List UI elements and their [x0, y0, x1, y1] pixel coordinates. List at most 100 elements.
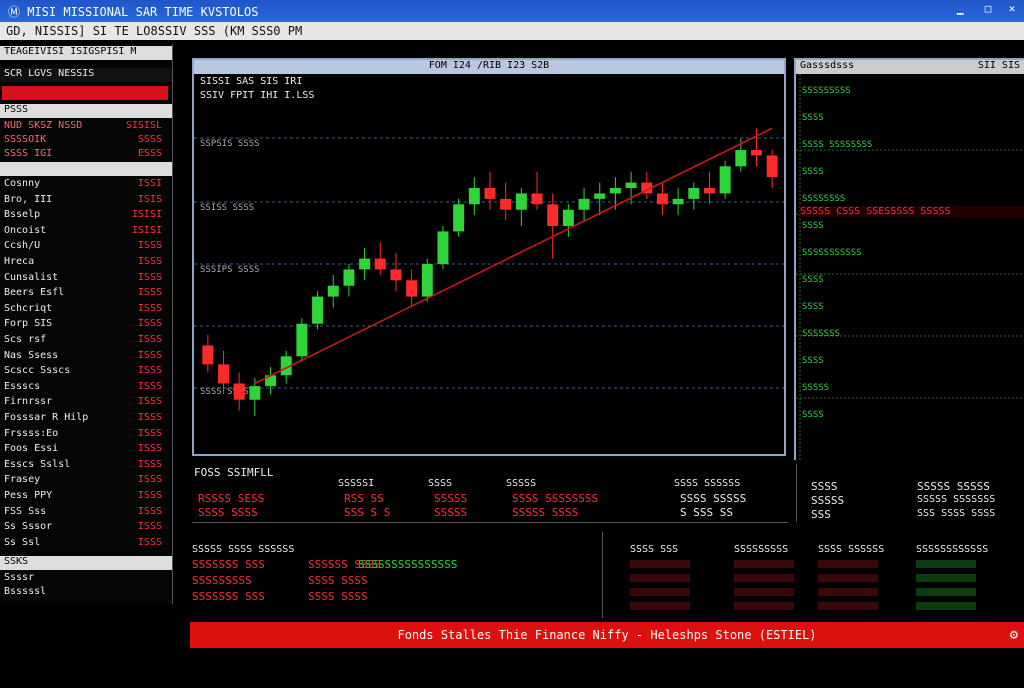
list-item[interactable]: Oncoist ISISI [2, 225, 168, 240]
candle-body [453, 204, 465, 232]
candlestick-chart[interactable]: SSPSIS SSSSSSISS SSSSSSSIPS SSSSSSSS SSS… [194, 74, 784, 454]
list-item[interactable]: Foos Essi ISSS [2, 443, 168, 458]
summary-row[interactable]: NUD SKSZ NSSD SISISL [2, 120, 168, 135]
summary-row[interactable]: SSSS IGI ESSS [2, 148, 168, 163]
left-selected-bar[interactable] [2, 86, 168, 100]
candle-body [751, 150, 762, 156]
right-grid [796, 74, 1024, 462]
list-item[interactable]: Frssss:Eo ISSS [2, 428, 168, 443]
bottom-right-cell [630, 560, 690, 568]
list-item-value: ISSS [137, 521, 162, 533]
right-row: SSSSS [802, 383, 830, 393]
list-item[interactable]: Pess PPY ISSS [2, 490, 168, 505]
list-item-name: Nas Ssess [4, 349, 59, 361]
bottom-right-cell [818, 574, 878, 582]
title-bar: Ⓜ MISI MISSIONAL SAR TIME KVSTOLOS ▁ □ ✕ [0, 0, 1024, 22]
list-item-name: Bro, III [4, 193, 53, 205]
candle-body [374, 258, 386, 270]
pos-head-1: SSSS [811, 480, 838, 493]
list-item-name: Beers Esfl [4, 287, 65, 299]
list-item-value: ISSS [137, 302, 162, 314]
list-item[interactable]: Frasey ISSS [2, 474, 168, 489]
summary-row[interactable]: SSSSOIK SSSS [2, 134, 168, 149]
bottom-right-head: SSSS SSS [630, 544, 679, 555]
candle-body [202, 345, 214, 365]
bottom-right-cell [630, 574, 690, 582]
list-item[interactable]: Beers Esfl ISSS [2, 287, 168, 302]
right-panel: Gasssdsss SII SIS SSSSSSSSS SSSS SSSS SSSS… [794, 58, 1024, 462]
right-row: SSSS [802, 302, 824, 312]
list-item[interactable]: Esscs Sslsl ISSS [2, 459, 168, 474]
footer-item[interactable]: Bsssssl [2, 586, 168, 601]
list-item[interactable]: Ss Ssl ISSS [2, 537, 168, 552]
list-item[interactable]: Ccsh/U ISSS [2, 240, 168, 255]
candle-body [468, 188, 480, 205]
right-row: SSSSSSSSS [802, 86, 851, 96]
bottom-right-cell [818, 602, 878, 610]
right-caption-right: SII SIS [977, 60, 1020, 71]
chart-window[interactable]: FOM I24 /RIB I23 S2B SISSI SAS SIS IRI S… [192, 58, 786, 456]
info-line-2: SSSSS SSSS [512, 506, 579, 519]
candle-body [625, 182, 637, 188]
right-red-row[interactable]: SSSSS CSSS SSESSSSS SSSSS [800, 206, 1024, 217]
list-item-value: ISISI [131, 224, 162, 236]
bottom-line: SSSS SSSS [308, 574, 368, 587]
candle-body [735, 150, 747, 167]
list-item[interactable]: Cunsalist ISSS [2, 272, 168, 287]
list-item[interactable]: Bsselp ISISI [2, 209, 168, 224]
menu-text[interactable]: GD, NISSIS] SI TE LO8SSIV SSS (KM SSS0 P… [6, 24, 302, 38]
info-line-1: RSSSS SESS [198, 492, 265, 505]
info-line-2: SSS S S [344, 506, 391, 519]
footer-item-name: Bsssssl [4, 586, 47, 597]
pos-head-2: SSSSS SSSSS [917, 480, 990, 493]
list-item[interactable]: Fosssar R Hilp ISSS [2, 412, 168, 427]
bottom-right-cell [734, 602, 794, 610]
list-item[interactable]: Scscc Ssscs ISSS [2, 365, 168, 380]
right-row: SSSS [802, 221, 824, 231]
list-item-value: ISSS [137, 380, 162, 392]
summary-name: SSSSOIK [4, 134, 47, 145]
list-item-name: Cosnny [4, 178, 41, 189]
right-row: SSSSSSSS [802, 194, 846, 204]
maximize-button[interactable]: □ [978, 2, 998, 18]
list-item[interactable]: Scs rsf ISSS [2, 334, 168, 349]
left-panel-header: SCR LGVS NESSIS [0, 68, 172, 82]
list-item[interactable]: Ss Sssor ISSS [2, 521, 168, 536]
list-item[interactable]: Forp SIS ISSS [2, 318, 168, 333]
status-text: Fonds Stalles Thie Finance Niffy - Heles… [397, 628, 817, 642]
list-item[interactable]: Cosnny ISSI [2, 178, 168, 193]
list-item-value: ISSS [137, 334, 162, 345]
info-line-1: SSSS SSSSSSSS [512, 492, 599, 505]
list-item[interactable]: Nas Ssess ISSS [2, 350, 168, 365]
candle-body [766, 155, 778, 178]
candle-body [233, 383, 245, 400]
list-item[interactable]: FSS Sss ISSS [2, 506, 168, 521]
info-line-2: SSSS SSSS [198, 506, 258, 519]
list-item[interactable]: Essscs ISSS [2, 381, 168, 396]
menu-bar[interactable]: GD, NISSIS] SI TE LO8SSIV SSS (KM SSS0 P… [0, 22, 1024, 40]
list-item-name: FSS Sss [4, 505, 47, 517]
list-item[interactable]: Bro, III ISIS [2, 194, 168, 209]
trend-line [254, 127, 773, 385]
candle-body [562, 209, 574, 226]
right-row: SSSS SSSSSSSS [802, 140, 873, 150]
candle-body [531, 193, 543, 205]
bottom-right-cell [916, 602, 976, 610]
info-head: SSSS [428, 478, 453, 489]
grid-label: SSPSIS SSSS [200, 139, 260, 149]
close-button[interactable]: ✕ [1002, 2, 1022, 18]
status-icon[interactable]: ⚙ [1010, 622, 1018, 648]
list-item[interactable]: Hreca ISSS [2, 256, 168, 271]
info-line-1: SSSS SSSSS [680, 492, 747, 505]
list-item[interactable]: Schcriqt ISSS [2, 303, 168, 318]
footer-item[interactable]: Ssssr [2, 572, 168, 587]
list-item-value: ISSS [137, 396, 162, 408]
order-info: FOSS SSIMFLL RSSSS SESS SSSS SSSS SSSSSI RS… [192, 464, 788, 523]
minimize-button[interactable]: ▁ [950, 2, 970, 18]
candle-body [359, 258, 371, 270]
candle-body [656, 193, 668, 205]
candle-body [688, 188, 700, 199]
candle-body [327, 285, 339, 297]
list-item[interactable]: Firnrssr ISSS [2, 396, 168, 411]
candle-body [578, 198, 590, 210]
